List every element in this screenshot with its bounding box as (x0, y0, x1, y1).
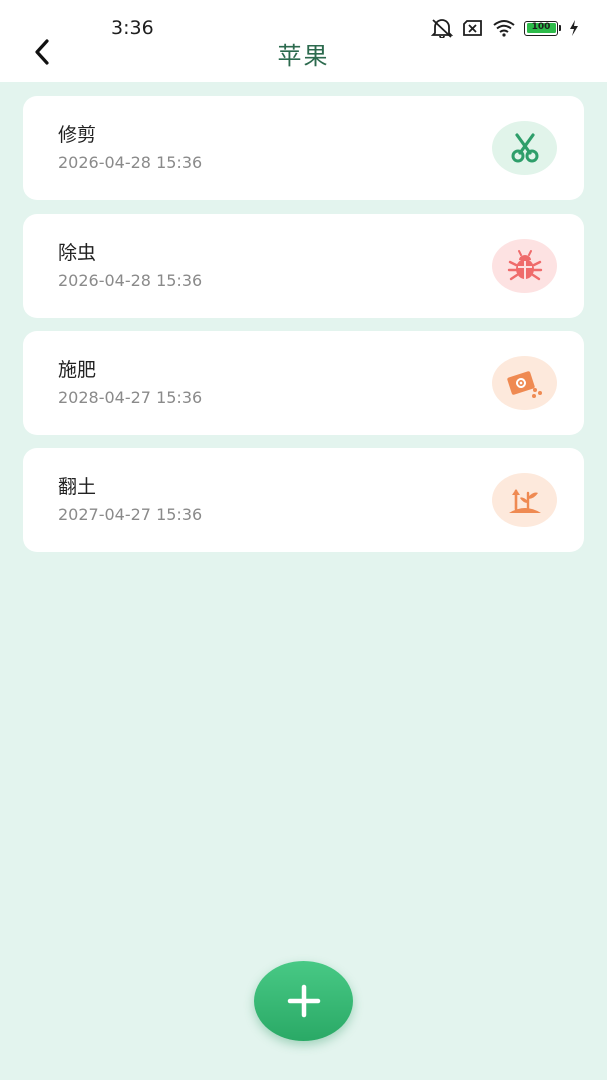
record-title: 施肥 (58, 359, 97, 381)
record-title: 翻土 (58, 476, 97, 498)
record-date: 2026-04-28 15:36 (58, 271, 203, 290)
top-bar: 3:36 100 苹果 (0, 0, 607, 82)
add-record-button[interactable] (254, 961, 353, 1041)
fertilizer-icon (492, 356, 557, 410)
bug-icon (492, 239, 557, 293)
record-card-fertilizing[interactable]: 施肥 2028-04-27 15:36 (23, 331, 584, 435)
charging-icon (570, 20, 578, 36)
battery-icon: 100 (524, 20, 561, 36)
page-title: 苹果 (277, 42, 330, 70)
record-date: 2028-04-27 15:36 (58, 388, 203, 407)
record-date: 2026-04-28 15:36 (58, 153, 203, 172)
record-title: 除虫 (58, 242, 97, 264)
battery-level: 100 (526, 23, 556, 33)
plus-icon (287, 984, 320, 1018)
wifi-icon (493, 20, 515, 37)
shovel-soil-icon (492, 473, 557, 527)
record-title: 修剪 (58, 124, 97, 146)
mute-icon (430, 19, 454, 38)
record-date: 2027-04-27 15:36 (58, 505, 203, 524)
sim-off-icon (463, 20, 482, 36)
status-icons: 100 (430, 18, 579, 38)
record-card-pruning[interactable]: 修剪 2026-04-28 15:36 (23, 96, 584, 200)
record-card-tilling[interactable]: 翻土 2027-04-27 15:36 (23, 448, 584, 552)
scissors-icon (492, 121, 557, 175)
record-card-pest-control[interactable]: 除虫 2026-04-28 15:36 (23, 214, 584, 318)
